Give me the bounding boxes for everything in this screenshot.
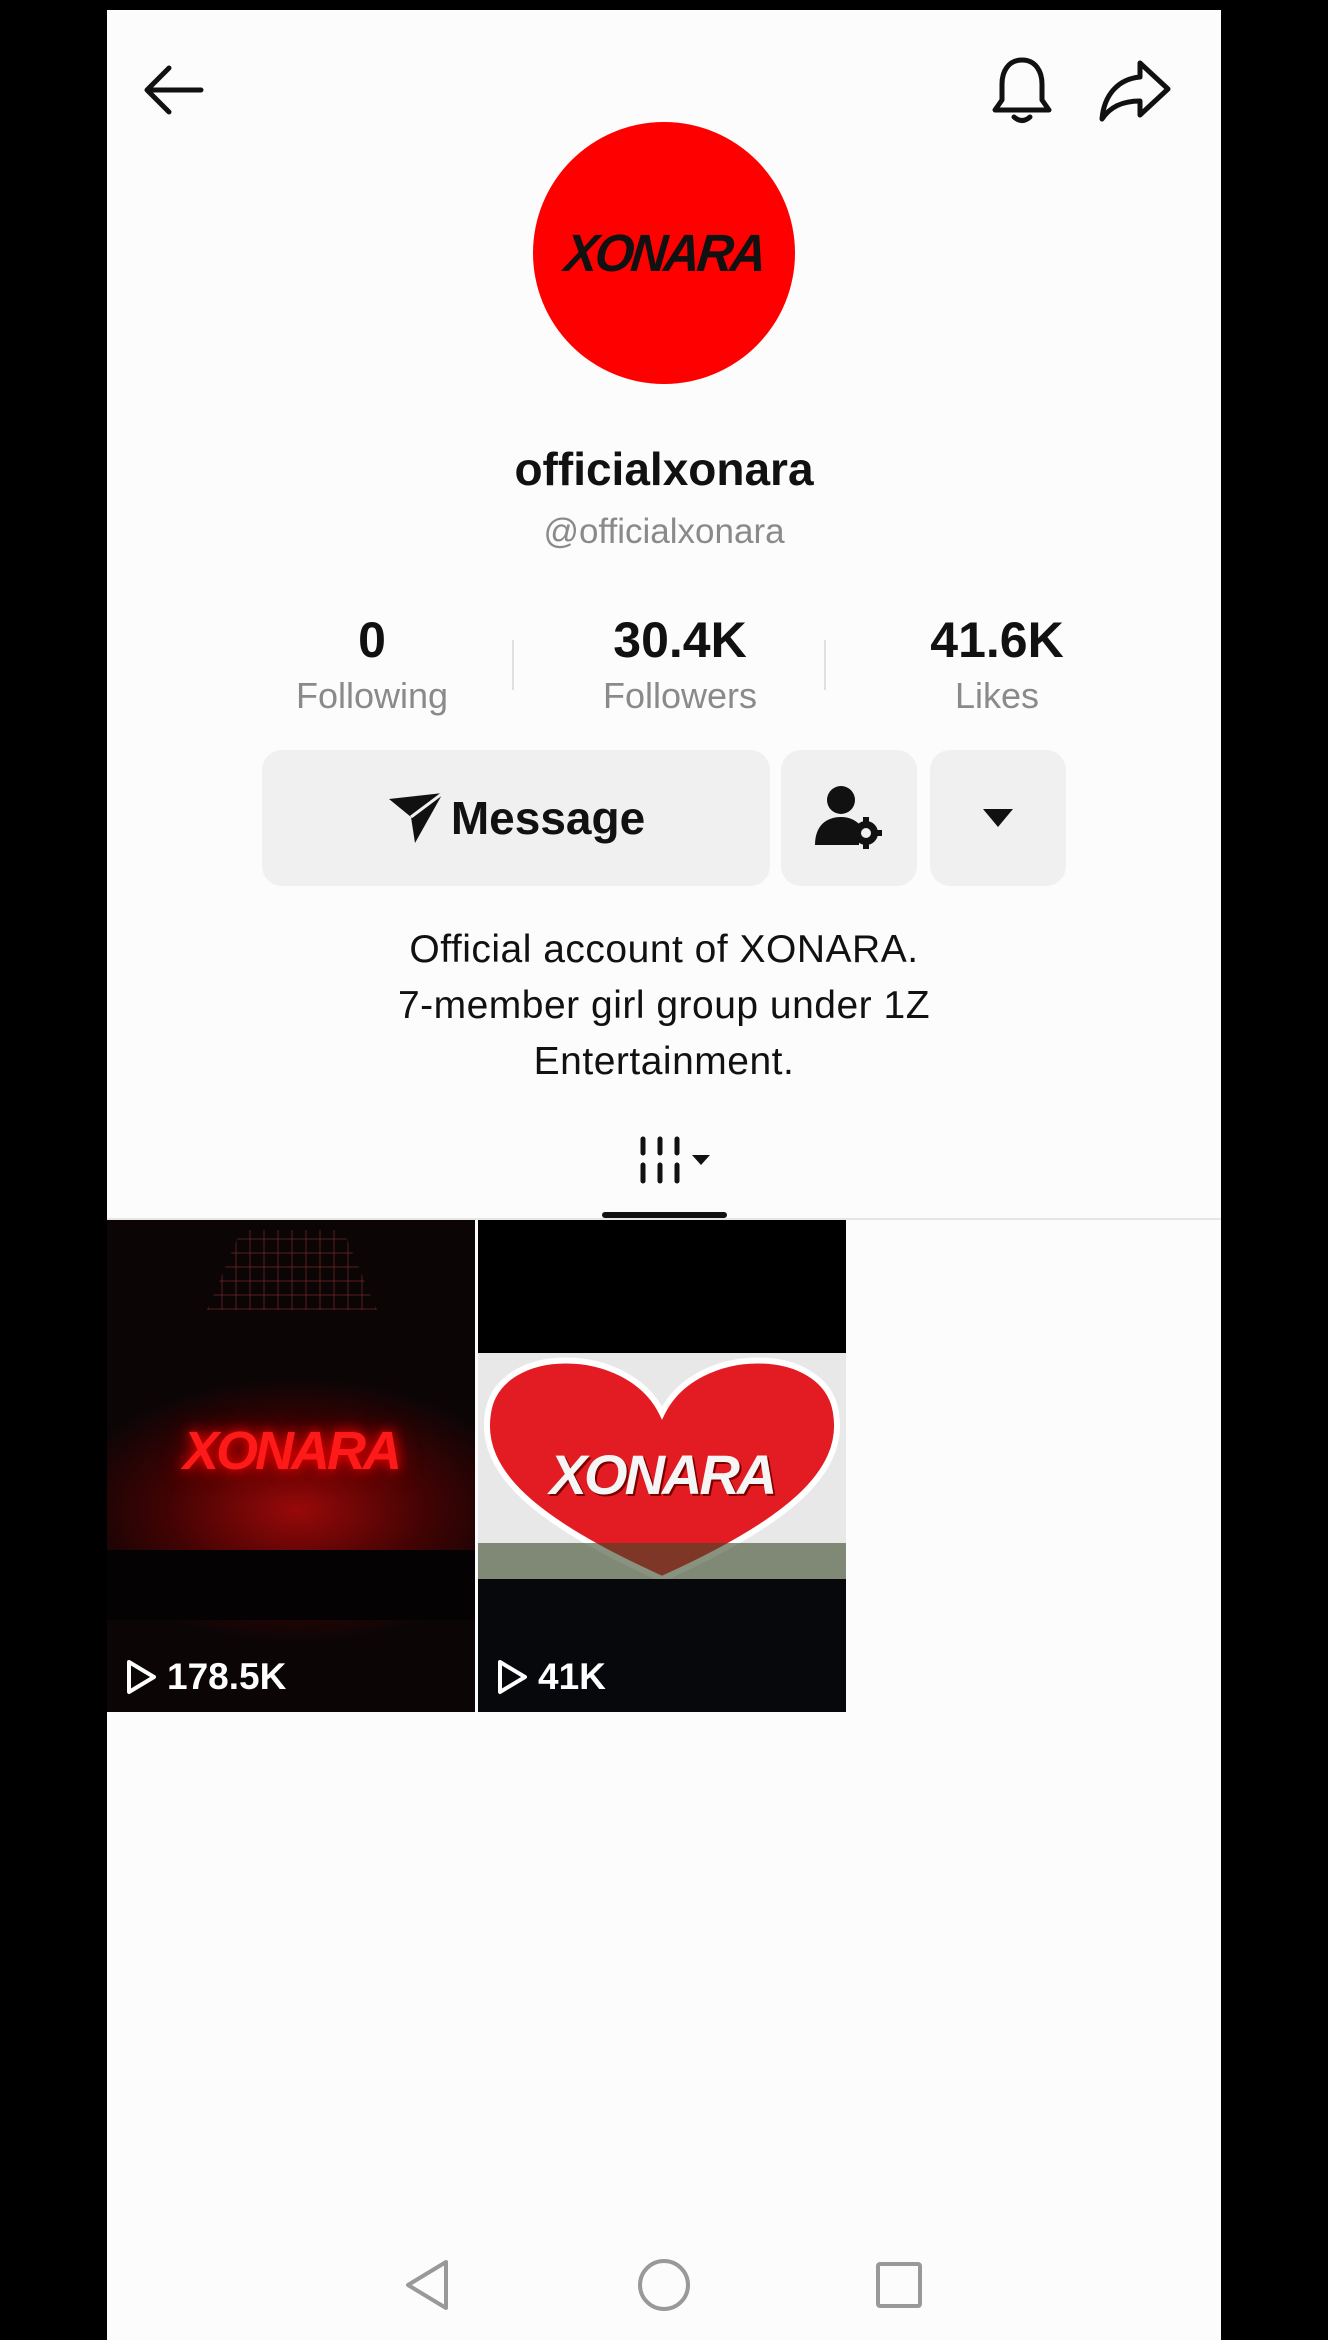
avatar[interactable]: XONARA xyxy=(533,122,795,384)
profile-stats: 0 Following 30.4K Followers 41.6K Likes xyxy=(262,610,1064,730)
system-home-button[interactable] xyxy=(629,2250,699,2320)
video-logo-art: XONARA xyxy=(182,1421,402,1481)
stage-silhouette-art xyxy=(107,1550,475,1620)
person-gear-icon xyxy=(815,786,882,849)
bio-line: Official account of XONARA. xyxy=(409,928,919,971)
stat-divider xyxy=(512,640,514,690)
back-triangle-icon xyxy=(406,2260,448,2310)
following-label: Following xyxy=(295,675,449,716)
view-count-text: 178.5K xyxy=(167,1656,287,1697)
profile-bio: Official account of XONARA. 7-member gir… xyxy=(307,922,1021,1090)
share-button[interactable] xyxy=(1095,55,1175,125)
view-count: 41K xyxy=(496,1656,606,1698)
display-name: officialxonara xyxy=(514,443,814,495)
tab-videos[interactable] xyxy=(627,1125,727,1195)
stat-divider xyxy=(824,640,826,690)
view-count-text: 41K xyxy=(538,1656,606,1697)
play-icon xyxy=(127,1660,156,1694)
message-button[interactable]: Message xyxy=(262,750,770,886)
share-arrow-icon xyxy=(1099,60,1171,122)
avatar-logo-text: XONARA xyxy=(561,223,767,283)
message-label: Message xyxy=(450,792,646,844)
stat-following[interactable]: 0 Following xyxy=(262,610,482,722)
stat-likes[interactable]: 41.6K Likes xyxy=(887,610,1107,722)
bio-line: 7-member girl group under 1Z xyxy=(397,984,931,1027)
stage-truss-art xyxy=(207,1230,377,1310)
system-back-button[interactable] xyxy=(392,2250,462,2320)
send-icon xyxy=(388,791,444,843)
username-handle: @officialxonara xyxy=(543,512,785,551)
video-thumbnail[interactable]: XONARA 178.5K xyxy=(107,1220,475,1712)
recents-square-icon xyxy=(876,2262,922,2308)
home-circle-icon xyxy=(638,2259,690,2311)
caret-down-icon xyxy=(983,809,1013,827)
view-count: 178.5K xyxy=(125,1656,286,1698)
bio-line: Entertainment. xyxy=(533,1040,795,1083)
profile-screen: XONARA officialxonara @officialxonara 0 … xyxy=(107,10,1221,2340)
play-icon xyxy=(498,1660,527,1694)
video-thumbnail[interactable]: XONARA 41K xyxy=(478,1220,846,1712)
more-dropdown-button[interactable] xyxy=(930,750,1066,886)
stat-followers[interactable]: 30.4K Followers xyxy=(570,610,790,722)
arrow-left-icon xyxy=(144,65,204,115)
likes-count: 41.6K xyxy=(930,612,1064,668)
system-recents-button[interactable] xyxy=(864,2250,934,2320)
bell-icon xyxy=(992,57,1052,123)
following-count: 0 xyxy=(358,612,386,668)
suggested-accounts-button[interactable] xyxy=(781,750,917,886)
grid-videos-icon xyxy=(640,1136,710,1184)
likes-label: Likes xyxy=(954,675,1040,716)
notifications-button[interactable] xyxy=(987,55,1057,125)
back-button[interactable] xyxy=(137,55,207,125)
video-logo-art: XONARA xyxy=(549,1443,778,1506)
followers-label: Followers xyxy=(602,675,758,716)
followers-count: 30.4K xyxy=(613,612,747,668)
